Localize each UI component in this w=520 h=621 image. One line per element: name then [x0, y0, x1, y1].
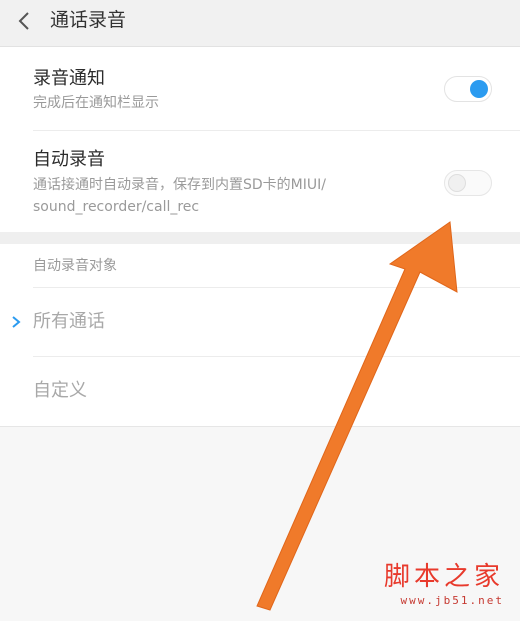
setting-subtitle-line1: 通话接通时自动录音，保存到内置SD卡的MIUI/ [33, 177, 326, 193]
record-notification-toggle[interactable] [444, 76, 492, 102]
recording-settings-card: 录音通知 完成后在通知栏显示 自动录音 通话接通时自动录音，保存到内置SD卡的M… [0, 47, 520, 232]
section-header: 自动录音对象 [33, 258, 117, 274]
setting-title: 录音通知 [33, 68, 105, 89]
title-bar: 通话录音 [0, 0, 520, 47]
watermark-url: www.jb51.net [400, 594, 504, 607]
setting-title: 自动录音 [33, 149, 105, 170]
option-all-calls[interactable]: 所有通话 [0, 288, 520, 356]
auto-record-target-section: 自动录音对象 所有通话 自定义 [0, 244, 520, 426]
watermark-title: 脚本之家 [383, 562, 504, 592]
toggle-knob [448, 174, 466, 192]
toggle-knob [470, 80, 488, 98]
setting-subtitle: 完成后在通知栏显示 [33, 95, 159, 111]
option-custom[interactable]: 自定义 [0, 357, 520, 425]
chevron-left-icon[interactable] [14, 10, 36, 32]
section-gap [0, 232, 520, 244]
call-recording-screen: 通话录音 录音通知 完成后在通知栏显示 自动录音 通话接通时自动录音，保存到内置… [0, 0, 520, 621]
page-title: 通话录音 [50, 9, 127, 31]
option-label: 所有通话 [33, 311, 105, 332]
auto-record-toggle[interactable] [444, 170, 492, 196]
option-label: 自定义 [33, 380, 87, 401]
divider [33, 130, 520, 131]
chevron-right-icon [12, 316, 21, 328]
setting-subtitle-line2: sound_recorder/call_rec [33, 199, 200, 215]
